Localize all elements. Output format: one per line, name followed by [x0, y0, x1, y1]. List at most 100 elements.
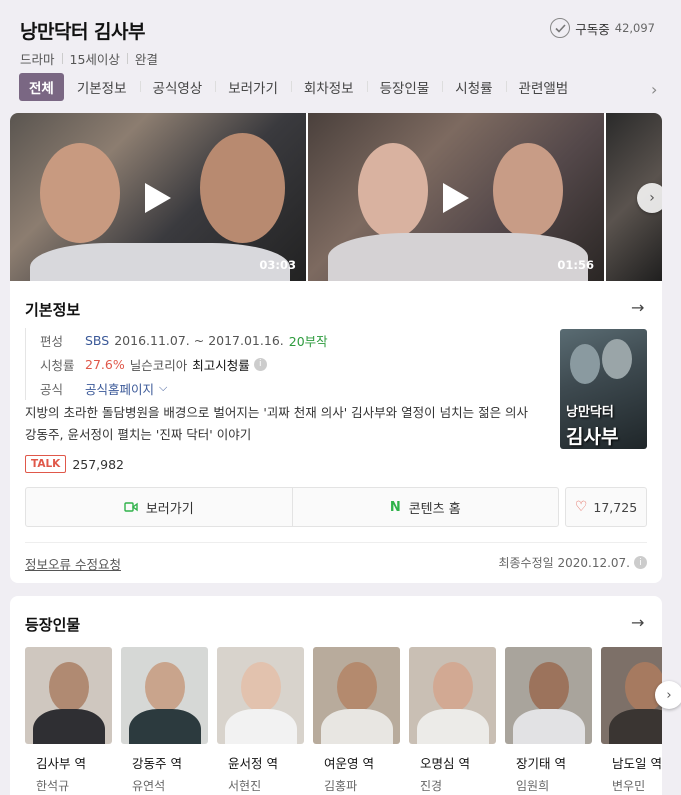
- talk-section[interactable]: TALK 257,982: [25, 455, 124, 473]
- arrow-right-icon[interactable]: →: [631, 613, 644, 632]
- tab-albums[interactable]: 관련앨범: [505, 77, 582, 97]
- cast-item[interactable]: 여운영 역 김홍파: [313, 647, 400, 794]
- cast-list: 김사부 역 한석규 강동주 역 유연석 윤서정 역 서현진 여운영 역 김홍파 …: [25, 647, 662, 794]
- poster-figure: [570, 344, 600, 384]
- info-label: 시청률: [40, 357, 75, 373]
- info-icon[interactable]: i: [253, 357, 267, 371]
- meta-info: 드라마 15세이상 완결: [20, 49, 158, 68]
- photo-figure: [337, 662, 377, 712]
- watch-button-label: 보러가기: [145, 501, 194, 517]
- subscribe-label: 구독중: [575, 21, 610, 37]
- photo-figure: [225, 709, 297, 744]
- tab-all[interactable]: 전체: [19, 73, 64, 101]
- cast-role: 장기태 역: [516, 756, 566, 771]
- meta-age-rating: 15세이상: [69, 52, 120, 67]
- info-label: 편성: [40, 333, 64, 349]
- cast-actor: 김홍파: [324, 779, 358, 793]
- video-thumbnail[interactable]: 03:03: [10, 113, 306, 281]
- cast-item[interactable]: 장기태 역 임원희: [505, 647, 592, 794]
- cast-photo: [409, 647, 496, 744]
- thumbnail-figure: [200, 133, 285, 243]
- meta-status: 완결: [134, 52, 158, 67]
- photo-figure: [321, 709, 393, 744]
- tab-bar: 전체 기본정보 공식영상 보러가기 회차정보 등장인물 시청률 관련앨범: [19, 73, 581, 101]
- page-title[interactable]: 낭만닥터 김사부: [20, 17, 145, 44]
- info-row-rating: 시청률 27.6% 닐슨코리아 최고시청률 i: [40, 352, 333, 376]
- poster-title: 낭만닥터 김사부: [566, 401, 618, 449]
- chevron-right-icon[interactable]: ›: [651, 80, 657, 99]
- rating-note: 최고시청률: [192, 357, 250, 373]
- play-icon: [145, 183, 171, 213]
- section-title[interactable]: 기본정보: [25, 299, 80, 320]
- photo-figure: [433, 662, 473, 712]
- arrow-right-icon[interactable]: →: [631, 298, 644, 317]
- basic-info-card: 03:03 01:56 › 기본정보 → 편성 SBS 2016.11.07. …: [10, 113, 662, 583]
- cast-photo: [217, 647, 304, 744]
- tab-cast[interactable]: 등장인물: [366, 77, 443, 97]
- chevron-right-icon[interactable]: ›: [637, 183, 662, 213]
- poster-image[interactable]: 낭만닥터 김사부: [560, 329, 647, 449]
- cast-item[interactable]: 오명심 역 진경: [409, 647, 496, 794]
- rating-source: 닐슨코리아: [129, 357, 188, 373]
- meta-genre: 드라마: [20, 52, 55, 67]
- thumbnail-figure: [328, 233, 588, 281]
- cast-photo: [601, 647, 662, 744]
- like-button[interactable]: ♡ 17,725: [565, 487, 647, 527]
- report-error-link[interactable]: 정보오류 수정요청: [25, 554, 121, 573]
- cast-item[interactable]: 윤서정 역 서현진: [217, 647, 304, 794]
- cast-actor: 임원희: [516, 779, 550, 793]
- header: 낭만닥터 김사부 구독중 42,097 드라마 15세이상 완결 전체 기본정보…: [0, 0, 681, 107]
- video-duration: 01:56: [557, 258, 594, 272]
- video-thumbnail[interactable]: 01:56: [308, 113, 604, 281]
- thumbnail-figure: [40, 143, 120, 243]
- cast-role: 윤서정 역: [228, 756, 278, 771]
- rating-value: 27.6%: [85, 356, 125, 372]
- info-table: 편성 SBS 2016.11.07. ~ 2017.01.16. 20부작 시청…: [25, 328, 333, 400]
- content-home-button[interactable]: N 콘텐츠 홈: [291, 488, 559, 526]
- updated-date: 최종수정일 2020.12.07.: [498, 556, 630, 570]
- info-label: 공식: [40, 381, 64, 397]
- cast-photo: [121, 647, 208, 744]
- info-row-official: 공식 공식홈페이지 ⌵: [40, 376, 333, 400]
- subscribe-button[interactable]: 구독중 42,097: [550, 18, 655, 38]
- tab-watch[interactable]: 보러가기: [215, 77, 291, 97]
- cast-item[interactable]: 김사부 역 한석규: [25, 647, 112, 794]
- cast-card: 등장인물 → 김사부 역 한석규 강동주 역 유연석 윤서정 역 서현진 여운영…: [10, 596, 662, 795]
- tab-episodes[interactable]: 회차정보: [290, 77, 367, 97]
- cast-item[interactable]: 남도일 역 변우민: [601, 647, 662, 794]
- broadcaster-link[interactable]: SBS: [85, 333, 109, 348]
- video-duration: 03:03: [259, 258, 296, 272]
- official-homepage-link[interactable]: 공식홈페이지: [85, 379, 154, 398]
- naver-n-icon: N: [389, 499, 401, 515]
- subscribe-count: 42,097: [614, 21, 655, 35]
- info-icon[interactable]: i: [634, 556, 647, 569]
- cast-role: 김사부 역: [36, 756, 86, 771]
- description: 지방의 초라한 돌담병원을 배경으로 벌어지는 '괴짜 천재 의사' 김사부와 …: [25, 405, 529, 442]
- photo-figure: [513, 709, 585, 744]
- photo-figure: [609, 709, 662, 744]
- broadcast-period: 2016.11.07. ~ 2017.01.16.: [114, 332, 284, 348]
- poster-title-small: 낭만닥터: [566, 405, 614, 420]
- last-updated: 최종수정일 2020.12.07. i: [498, 554, 647, 571]
- watch-button[interactable]: 보러가기: [26, 488, 292, 526]
- photo-figure: [529, 662, 569, 712]
- cast-role: 남도일 역: [612, 756, 662, 771]
- tab-ratings[interactable]: 시청률: [442, 77, 505, 97]
- cast-actor: 변우민: [612, 779, 646, 793]
- chevron-down-icon[interactable]: ⌵: [159, 381, 167, 395]
- tab-official-video[interactable]: 공식영상: [139, 77, 216, 97]
- cast-photo: [313, 647, 400, 744]
- photo-figure: [33, 709, 105, 744]
- tab-basic-info[interactable]: 기본정보: [64, 77, 140, 97]
- cast-item[interactable]: 강동주 역 유연석: [121, 647, 208, 794]
- info-row-broadcast: 편성 SBS 2016.11.07. ~ 2017.01.16. 20부작: [40, 328, 333, 352]
- thumbnail-figure: [493, 143, 563, 238]
- content-home-label: 콘텐츠 홈: [408, 501, 461, 517]
- cast-photo: [25, 647, 112, 744]
- chevron-right-icon[interactable]: ›: [655, 681, 681, 709]
- photo-figure: [241, 662, 281, 712]
- video-icon: [124, 502, 138, 512]
- photo-figure: [49, 662, 89, 712]
- section-title[interactable]: 등장인물: [25, 614, 80, 635]
- heart-icon: ♡: [574, 499, 588, 515]
